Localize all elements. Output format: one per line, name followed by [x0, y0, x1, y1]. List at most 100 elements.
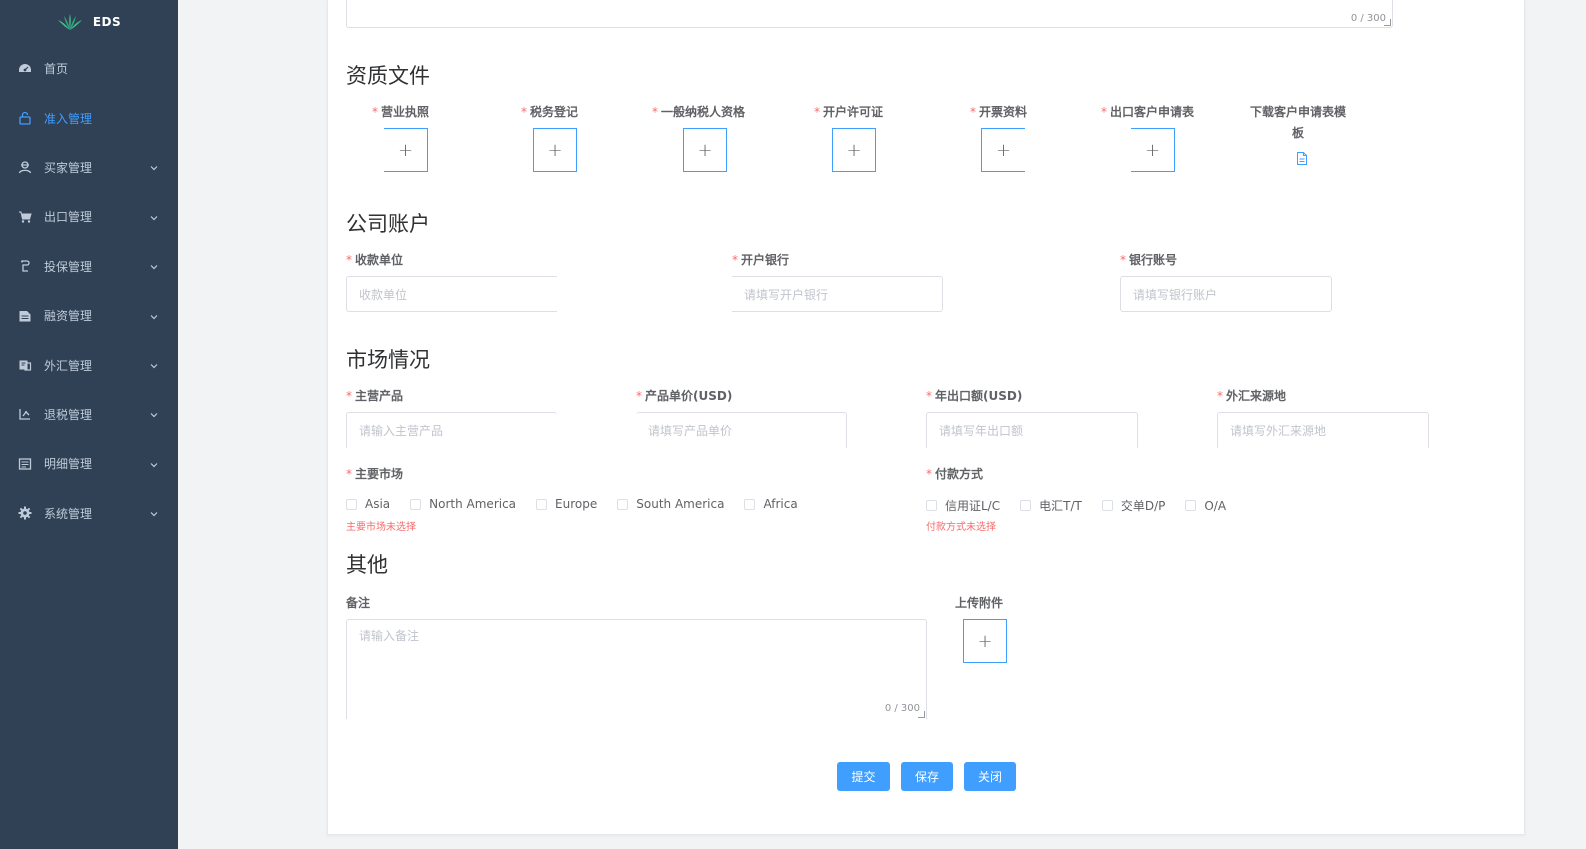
sidebar-item-label: 投保管理: [44, 259, 93, 274]
refund-icon: [18, 407, 32, 421]
label-download-template: 下载客户申请表模 板: [1249, 105, 1346, 140]
sidebar-item-label: 出口管理: [44, 210, 93, 225]
sidebar-item-admission[interactable]: 准入管理: [0, 93, 178, 142]
label-bank: * 开户银行: [732, 253, 790, 267]
payee-input[interactable]: 收款单位: [346, 276, 557, 312]
upload-tax-registration-button[interactable]: +: [533, 128, 577, 172]
upload-export-application-button[interactable]: +: [1131, 128, 1175, 172]
label-general-taxpayer: * 一般纳税人资格: [652, 105, 746, 119]
sidebar-item-buyer[interactable]: 买家管理: [0, 143, 178, 192]
unit-price-input[interactable]: 请填写产品单价: [636, 412, 847, 448]
label-invoice-info: * 开票资料: [970, 105, 1028, 119]
account-number-input[interactable]: 请填写银行账户: [1120, 276, 1332, 312]
sidebar-item-label: 首页: [44, 62, 69, 77]
remark-char-counter: 0 / 300: [884, 703, 920, 714]
main-product-input[interactable]: 请输入主营产品: [346, 412, 557, 448]
save-button[interactable]: 保存: [901, 762, 953, 791]
label-account-number: * 银行账号: [1120, 253, 1178, 267]
resize-handle-icon[interactable]: [918, 711, 925, 718]
upload-business-license-button[interactable]: +: [384, 128, 428, 172]
sidebar-item-export[interactable]: 出口管理: [0, 192, 178, 241]
form-card: 0 / 300 资质文件 * 营业执照 * 税务登记 * 一般纳税人资格 * 开户许可证…: [327, 0, 1525, 835]
remark-textarea[interactable]: 请输入备注 0 / 300: [346, 619, 927, 719]
cart-icon: [18, 210, 32, 224]
checkbox-tt[interactable]: 电汇T/T: [1020, 497, 1082, 514]
main-market-error: 主要市场未选择: [346, 522, 416, 533]
checkbox-asia[interactable]: Asia: [346, 497, 390, 511]
sidebar-item-tax-refund[interactable]: 退税管理: [0, 390, 178, 439]
checkbox-lc[interactable]: 信用证L/C: [926, 497, 1000, 514]
logo-leaf-icon: [57, 14, 82, 30]
sidebar-item-home[interactable]: 首页: [0, 44, 178, 93]
sidebar-item-insurance[interactable]: 投保管理: [0, 242, 178, 291]
shield-icon: [18, 259, 32, 273]
sidebar-item-details[interactable]: 明细管理: [0, 439, 178, 488]
list-icon: [18, 457, 32, 471]
remark-placeholder: 请输入备注: [359, 629, 420, 643]
checkbox-box[interactable]: [1101, 500, 1113, 511]
chevron-down-icon: [150, 310, 158, 319]
label-payment-method: * 付款方式: [926, 467, 984, 481]
previous-textarea[interactable]: 0 / 300: [346, 0, 1393, 28]
app-name: EDS: [92, 15, 122, 29]
forex-source-input[interactable]: 请填写外汇来源地: [1217, 412, 1429, 448]
close-button[interactable]: 关闭: [964, 762, 1016, 791]
chevron-down-icon: [150, 260, 158, 270]
checkbox-box[interactable]: [346, 498, 357, 510]
sidebar-item-forex[interactable]: 外汇管理: [0, 340, 178, 389]
sidebar-item-label: 退税管理: [44, 407, 93, 422]
logo[interactable]: EDS: [0, 0, 178, 44]
checkbox-box[interactable]: [1185, 500, 1197, 511]
sidebar-item-label: 外汇管理: [44, 358, 93, 373]
sidebar-item-financing[interactable]: 融资管理: [0, 291, 178, 340]
chevron-down-icon: [150, 408, 158, 418]
checkbox-north-america[interactable]: North America: [410, 497, 516, 511]
upload-invoice-info-button[interactable]: +: [981, 128, 1025, 172]
checkbox-dp[interactable]: 交单D/P: [1101, 497, 1165, 514]
checkbox-box[interactable]: [536, 498, 548, 510]
sidebar-menu: 首页 准入管理 买家管理 出口管理 投保管理 融资管理 外汇管理 退税管理 明细…: [0, 44, 178, 538]
download-document-icon[interactable]: [1296, 152, 1308, 165]
checkbox-europe[interactable]: Europe: [536, 497, 597, 511]
upload-attachment-button[interactable]: +: [963, 619, 1007, 663]
checkbox-box[interactable]: [744, 498, 756, 510]
section-title-qualification: 资质文件: [346, 64, 430, 88]
checkbox-oa[interactable]: O/A: [1185, 499, 1226, 513]
exchange-icon: [18, 358, 32, 372]
main-area: 0 / 300 资质文件 * 营业执照 * 税务登记 * 一般纳税人资格 * 开户许可证…: [178, 0, 1586, 849]
sidebar-item-label: 明细管理: [44, 457, 93, 472]
label-unit-price: * 产品单价(USD): [636, 389, 733, 403]
checkbox-box[interactable]: [617, 498, 629, 510]
bank-input[interactable]: 请填写开户银行: [732, 276, 943, 312]
checkbox-box[interactable]: [926, 500, 937, 511]
payment-method-error: 付款方式未选择: [926, 522, 996, 533]
char-counter: 0 / 300: [1350, 13, 1386, 24]
resize-handle-icon[interactable]: [1384, 19, 1391, 26]
checkbox-africa[interactable]: Africa: [744, 497, 798, 511]
label-forex-source: * 外汇来源地: [1217, 389, 1287, 403]
main-market-checkbox-group: Asia North America Europe South America …: [346, 497, 818, 511]
label-main-market: * 主要市场: [346, 467, 404, 481]
checkbox-south-america[interactable]: South America: [617, 497, 724, 511]
chevron-down-icon: [150, 161, 158, 171]
chevron-down-icon: [150, 507, 158, 517]
label-account-permit: * 开户许可证: [814, 105, 884, 119]
sidebar-item-label: 准入管理: [44, 111, 93, 126]
checkbox-box[interactable]: [1020, 500, 1032, 511]
label-main-product: * 主营产品: [346, 389, 404, 403]
submit-button[interactable]: 提交: [837, 762, 890, 791]
sidebar-item-label: 融资管理: [44, 309, 93, 324]
upload-account-permit-button[interactable]: +: [832, 128, 876, 172]
user-group-icon: [18, 160, 32, 174]
annual-export-input[interactable]: 请填写年出口额: [926, 412, 1138, 448]
chevron-down-icon: [150, 211, 158, 221]
label-export-application: * 出口客户申请表: [1101, 105, 1195, 119]
upload-general-taxpayer-button[interactable]: +: [683, 128, 727, 172]
sidebar: EDS 首页 准入管理 买家管理 出口管理 投保管理 融资管理 外汇管理 退税管…: [0, 0, 178, 849]
section-title-market: 市场情况: [346, 348, 430, 372]
lock-open-icon: [18, 111, 32, 125]
checkbox-box[interactable]: [410, 498, 422, 510]
label-business-license: * 营业执照: [372, 105, 430, 119]
label-attachment: 上传附件: [955, 596, 1004, 610]
sidebar-item-system[interactable]: 系统管理: [0, 489, 178, 538]
